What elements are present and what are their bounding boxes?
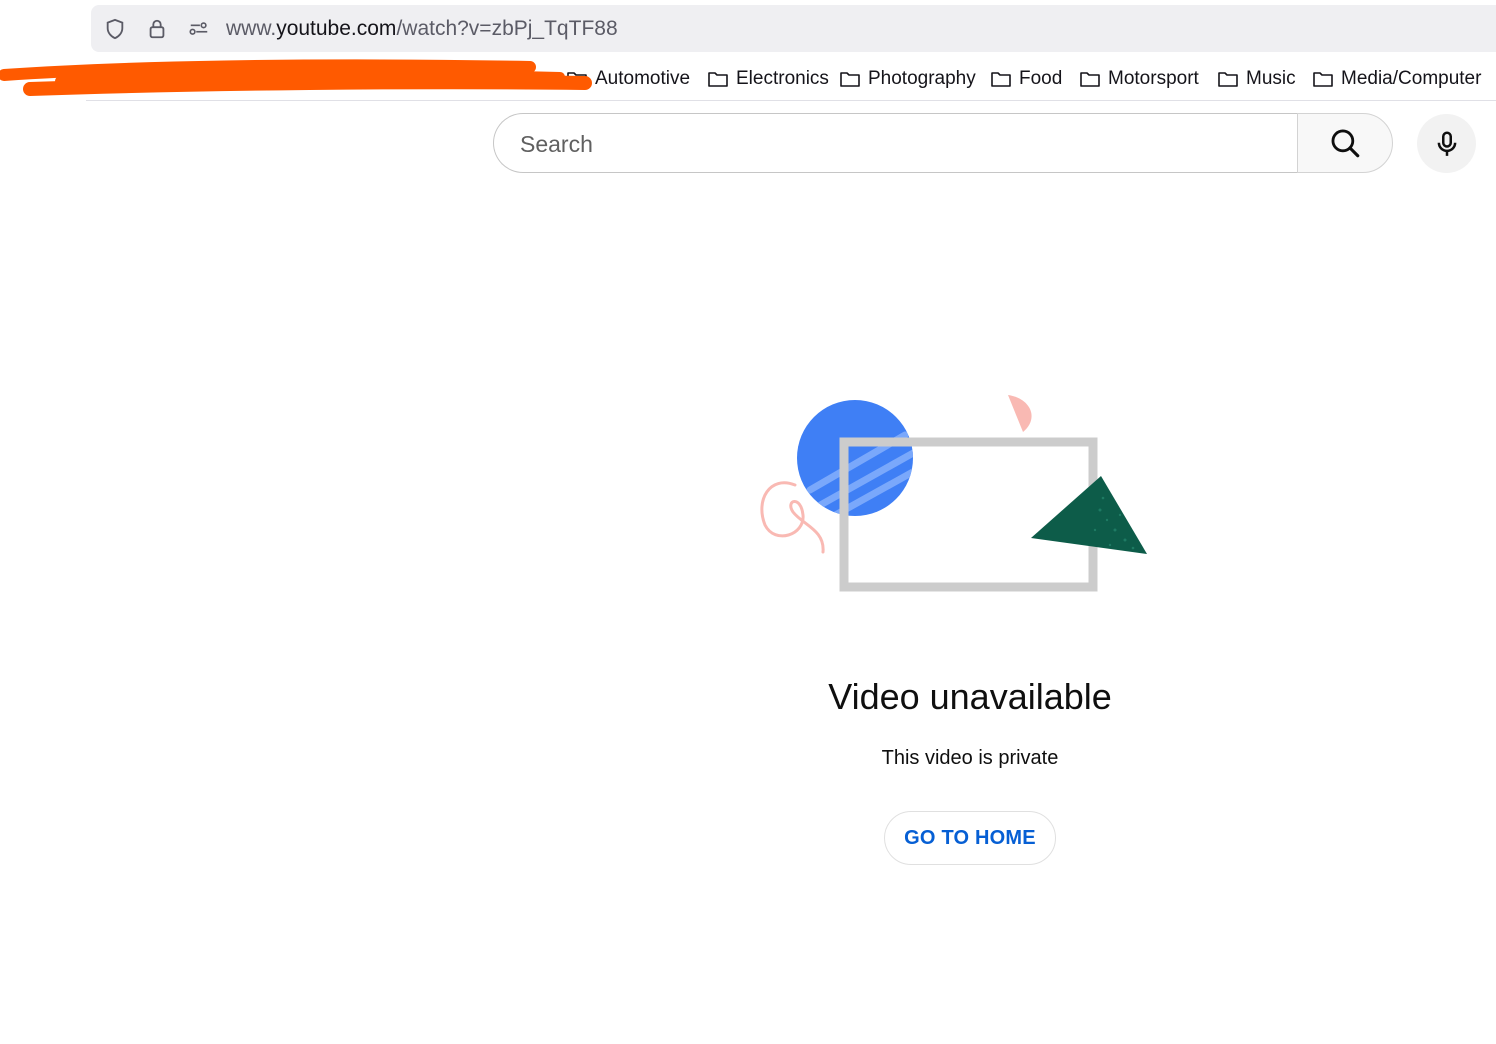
- go-to-home-button[interactable]: GO TO HOME: [884, 811, 1056, 865]
- unavailable-illustration: [760, 395, 1147, 592]
- error-title: Video unavailable: [828, 676, 1112, 717]
- bookmark-motorsport[interactable]: Motorsport: [1079, 68, 1199, 90]
- folder-icon: [1218, 72, 1238, 87]
- folder-icon: [1080, 72, 1100, 87]
- folder-icon: [840, 72, 860, 87]
- lock-icon[interactable]: [146, 18, 168, 40]
- folder-icon: [991, 72, 1011, 87]
- search-input[interactable]: [518, 124, 1278, 164]
- search-box: [493, 113, 1298, 173]
- search-button[interactable]: [1297, 113, 1393, 173]
- pink-half-circle-shape: [1008, 395, 1032, 432]
- address-bar[interactable]: www.youtube.com/watch?v=zbPj_TqTF88: [91, 5, 1496, 52]
- bookmark-photography[interactable]: Photography: [839, 68, 976, 90]
- bookmark-music[interactable]: Music: [1217, 68, 1296, 90]
- mic-icon: [1437, 131, 1456, 156]
- error-subtitle: This video is private: [881, 747, 1059, 769]
- folder-icon: [1313, 72, 1333, 87]
- shield-icon[interactable]: [104, 18, 126, 40]
- green-triangle-shape: [1031, 476, 1147, 554]
- permissions-icon[interactable]: [188, 18, 210, 40]
- voice-search-button[interactable]: [1417, 114, 1476, 173]
- redaction-mark: [0, 59, 592, 96]
- search-icon: [1331, 129, 1360, 158]
- bookmark-electronics[interactable]: Electronics: [707, 68, 829, 90]
- bookmark-food[interactable]: Food: [990, 68, 1062, 90]
- blue-circle-shape: [797, 400, 913, 516]
- bookmark-media-computer[interactable]: Media/Computer: [1312, 68, 1481, 90]
- url-text[interactable]: www.youtube.com/watch?v=zbPj_TqTF88: [226, 17, 618, 41]
- folder-icon: [708, 72, 728, 87]
